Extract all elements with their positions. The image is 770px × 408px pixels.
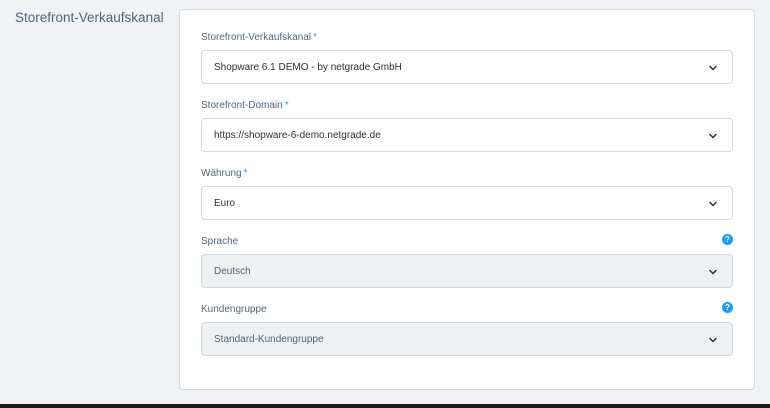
required-mark: *	[284, 99, 289, 111]
storefront-settings-card: Storefront-Verkaufskanal * Shopware 6.1 …	[179, 9, 755, 390]
language-select[interactable]: Deutsch	[201, 254, 733, 288]
field-customer-group: Kundengruppe ? Standard-Kundengruppe	[201, 302, 733, 356]
bottom-edge	[0, 404, 770, 408]
field-label: Storefront-Verkaufskanal	[201, 31, 312, 43]
required-mark: *	[313, 31, 317, 43]
chevron-down-icon	[709, 269, 717, 275]
field-language: Sprache ? Deutsch	[201, 234, 733, 288]
sales-channel-select[interactable]: Shopware 6.1 DEMO - by netgrade GmbH	[201, 50, 733, 84]
select-value: Shopware 6.1 DEMO - by netgrade GmbH	[214, 61, 402, 73]
field-label: Kundengruppe	[201, 303, 267, 315]
chevron-down-icon	[709, 65, 717, 71]
chevron-down-icon	[709, 133, 717, 139]
select-value: Euro	[214, 197, 236, 209]
required-mark: *	[243, 167, 248, 179]
section-title: Storefront-Verkaufskanal	[15, 10, 164, 25]
field-sales-channel: Storefront-Verkaufskanal * Shopware 6.1 …	[201, 30, 733, 84]
domain-select[interactable]: https://shopware-6-demo.netgrade.de	[201, 118, 733, 152]
chevron-down-icon	[709, 201, 717, 207]
field-currency: Währung * Euro	[201, 166, 733, 220]
field-domain: Storefront-Domain * https://shopware-6-d…	[201, 98, 733, 152]
select-value: Standard-Kundengruppe	[214, 333, 324, 345]
select-value: https://shopware-6-demo.netgrade.de	[214, 129, 381, 141]
field-label: Währung	[201, 167, 242, 179]
select-value: Deutsch	[214, 265, 251, 277]
field-label: Sprache	[201, 235, 239, 247]
field-label: Storefront-Domain	[201, 99, 283, 111]
help-icon[interactable]: ?	[722, 302, 733, 313]
customer-group-select[interactable]: Standard-Kundengruppe	[201, 322, 733, 356]
help-icon[interactable]: ?	[722, 234, 733, 245]
chevron-down-icon	[709, 337, 717, 343]
currency-select[interactable]: Euro	[201, 186, 733, 220]
